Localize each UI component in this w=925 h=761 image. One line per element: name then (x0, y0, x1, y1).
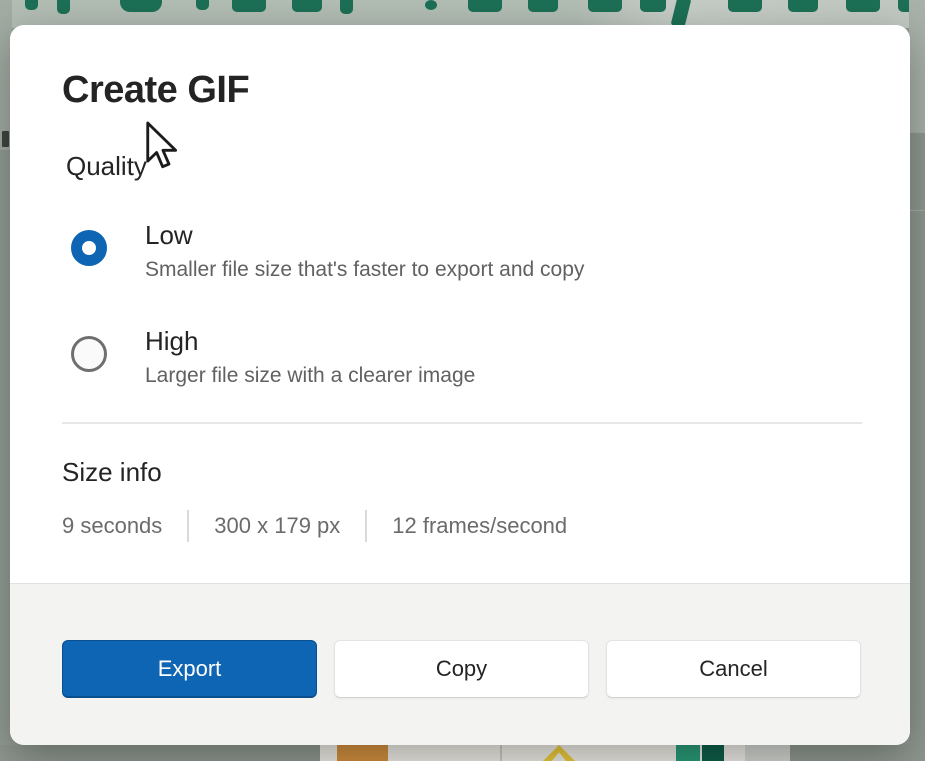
dimensions-value: 300 x 179 px (214, 513, 340, 539)
option-description: Smaller file size that's faster to expor… (145, 256, 584, 284)
size-info-row: 9 seconds 300 x 179 px 12 frames/second (62, 510, 567, 542)
background-line (909, 132, 925, 133)
background-glyph (728, 0, 762, 12)
background-line (500, 745, 502, 761)
framerate-value: 12 frames/second (392, 513, 567, 539)
option-label: Low (145, 218, 584, 252)
section-divider (62, 422, 862, 424)
background-glyph (468, 0, 502, 12)
background-glyph (640, 0, 666, 12)
background-glyph (846, 0, 880, 12)
vertical-separator (187, 510, 189, 542)
background-glyph (25, 0, 38, 10)
background-slash-glyph (671, 0, 692, 28)
background-glyph (788, 0, 818, 12)
size-info-heading: Size info (62, 457, 162, 488)
quality-group-label: Quality (66, 151, 147, 182)
option-description: Larger file size with a clearer image (145, 362, 475, 390)
screen: Create GIF Quality Low Smaller file size… (0, 0, 925, 761)
option-text: Low Smaller file size that's faster to e… (145, 218, 584, 284)
export-button[interactable]: Export (62, 640, 317, 698)
background-teal-shape (676, 745, 700, 761)
background-glyph (292, 0, 322, 12)
option-text: High Larger file size with a clearer ima… (145, 324, 475, 390)
background-glyph (588, 0, 622, 12)
background-mark (2, 131, 9, 147)
background-glyph (120, 0, 162, 12)
background-right-strip (909, 0, 925, 761)
background-band (745, 745, 790, 761)
vertical-separator (365, 510, 367, 542)
background-glyph (340, 0, 353, 14)
option-label: High (145, 324, 475, 358)
create-gif-dialog: Create GIF Quality Low Smaller file size… (10, 25, 910, 745)
copy-button[interactable]: Copy (334, 640, 589, 698)
quality-option-low[interactable]: Low Smaller file size that's faster to e… (71, 218, 584, 284)
radio-button-high[interactable] (71, 336, 107, 372)
duration-value: 9 seconds (62, 513, 162, 539)
background-glyph (425, 0, 437, 10)
background-line (909, 210, 925, 211)
background-video-title-strip (0, 0, 925, 28)
background-orange-shape (337, 745, 388, 761)
quality-option-high[interactable]: High Larger file size with a clearer ima… (71, 324, 475, 390)
dialog-footer: Export Copy Cancel (10, 583, 910, 745)
background-glyph (528, 0, 558, 12)
background-green-shape (702, 745, 724, 761)
background-timeline-strip (0, 745, 925, 761)
background-glyph (232, 0, 266, 12)
background-glyph (57, 0, 70, 14)
cancel-button[interactable]: Cancel (606, 640, 861, 698)
radio-button-low[interactable] (71, 230, 107, 266)
dialog-title: Create GIF (62, 69, 249, 112)
background-glyph (196, 0, 209, 10)
